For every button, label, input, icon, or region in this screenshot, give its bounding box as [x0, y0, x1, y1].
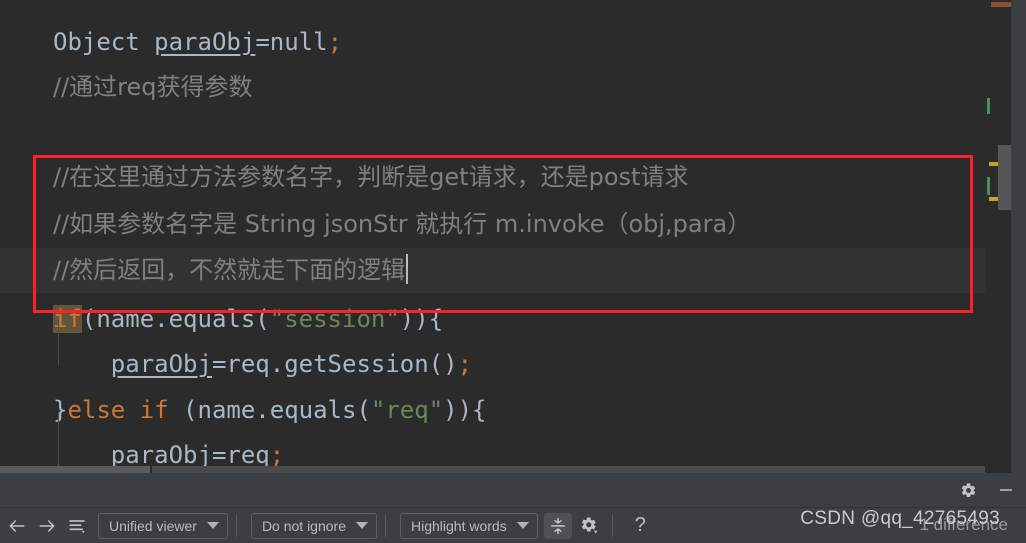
- code-token: ;: [457, 350, 473, 378]
- code-line[interactable]: paraObj=req.getSession();: [0, 342, 985, 387]
- ignore-policy-dropdown[interactable]: Do not ignore: [250, 512, 377, 539]
- diff-bottom-panel: Unified viewer Do not ignore Highlight w…: [0, 473, 1026, 543]
- highlight-policy-label: Highlight words: [411, 517, 507, 534]
- error-stripe[interactable]: [985, 0, 1012, 473]
- code-token: paraObj: [154, 28, 256, 56]
- code-token: //通过req获得参数: [53, 73, 253, 101]
- code-token: //然后返回，不然就走下面的逻辑: [53, 256, 406, 284]
- code-token: ;: [327, 28, 343, 56]
- toolbar-separator: [235, 514, 237, 537]
- ignore-policy-label: Do not ignore: [261, 517, 346, 534]
- error-stripe-mark-warning[interactable]: [991, 2, 1011, 7]
- code-line[interactable]: }else if (name.equals("req")){: [0, 388, 985, 433]
- code-token: "session": [269, 305, 400, 333]
- code-line[interactable]: [0, 110, 985, 155]
- code-token: else if: [67, 396, 184, 424]
- highlight-policy-dropdown[interactable]: Highlight words: [400, 512, 538, 539]
- code-line[interactable]: paraObj=req;: [0, 433, 985, 466]
- code-token: ;: [269, 441, 285, 466]
- code-token: (name.equals(: [183, 396, 371, 424]
- code-token: (name.equals(: [81, 305, 270, 333]
- code-token: //在这里通过方法参数名字，判断是get请求，还是post请求: [53, 163, 689, 191]
- previous-difference-button[interactable]: [2, 512, 32, 540]
- code-token: }: [53, 396, 68, 424]
- horizontal-scrollbar-thumb[interactable]: [0, 466, 150, 473]
- code-line[interactable]: if(name.equals("session")){: [0, 297, 985, 342]
- indent-guide: [58, 411, 59, 466]
- editor-right-edge: [1011, 0, 1026, 473]
- chevron-down-icon: [356, 522, 368, 529]
- code-line[interactable]: //然后返回，不然就走下面的逻辑: [0, 248, 985, 293]
- panel-window-controls: [958, 473, 1016, 507]
- error-stripe-mark-added-2[interactable]: [987, 177, 990, 195]
- difference-count-label: 1 difference: [919, 515, 1008, 534]
- collapse-unchanged-fragments-button[interactable]: [543, 512, 572, 539]
- code-line[interactable]: //在这里通过方法参数名字，判断是get请求，还是post请求: [0, 155, 985, 200]
- code-token: Object: [53, 28, 155, 56]
- vertical-scrollbar-thumb[interactable]: [998, 145, 1011, 210]
- code-line[interactable]: Object paraObj=null;: [0, 20, 985, 65]
- code-line[interactable]: //通过req获得参数: [0, 65, 985, 110]
- code-surface[interactable]: Object paraObj=null;//通过req获得参数//在这里通过方法…: [0, 0, 985, 466]
- error-stripe-mark-added[interactable]: [987, 98, 990, 114]
- code-token: //如果参数名字是 String jsonStr 就执行 m.invoke（ob…: [53, 210, 752, 238]
- chevron-down-icon: [206, 522, 219, 529]
- viewer-mode-label: Unified viewer: [109, 517, 197, 534]
- code-editor[interactable]: Object paraObj=null;//通过req获得参数//在这里通过方法…: [0, 0, 1026, 473]
- minimize-icon[interactable]: [996, 480, 1016, 500]
- code-token: =req: [211, 441, 270, 466]
- code-token: paraObj: [110, 441, 212, 466]
- help-button[interactable]: ?: [635, 514, 646, 537]
- code-token: paraObj: [110, 350, 212, 378]
- code-token: =null: [255, 28, 328, 56]
- gear-dropdown-icon[interactable]: [576, 513, 604, 539]
- diff-viewer-window: Object paraObj=null;//通过req获得参数//在这里通过方法…: [0, 0, 1026, 543]
- toolbar-separator: [385, 514, 386, 537]
- next-difference-button[interactable]: [32, 512, 62, 540]
- code-line[interactable]: //如果参数名字是 String jsonStr 就执行 m.invoke（ob…: [0, 202, 985, 247]
- viewer-mode-dropdown[interactable]: Unified viewer: [98, 512, 228, 539]
- diff-toolbar: Unified viewer Do not ignore Highlight w…: [0, 508, 1026, 543]
- indent-guide: [58, 320, 59, 365]
- code-token: )){: [399, 305, 444, 333]
- code-token: "req": [370, 396, 444, 424]
- toolbar-separator: [611, 514, 613, 537]
- horizontal-scrollbar-thumb-secondary[interactable]: [152, 466, 985, 473]
- gear-icon[interactable]: [958, 480, 978, 500]
- diff-lines-icon[interactable]: [62, 512, 92, 540]
- code-token: =req.getSession(): [211, 350, 458, 378]
- text-caret: [406, 254, 409, 284]
- chevron-down-icon: [516, 522, 529, 529]
- code-token: )){: [443, 396, 487, 424]
